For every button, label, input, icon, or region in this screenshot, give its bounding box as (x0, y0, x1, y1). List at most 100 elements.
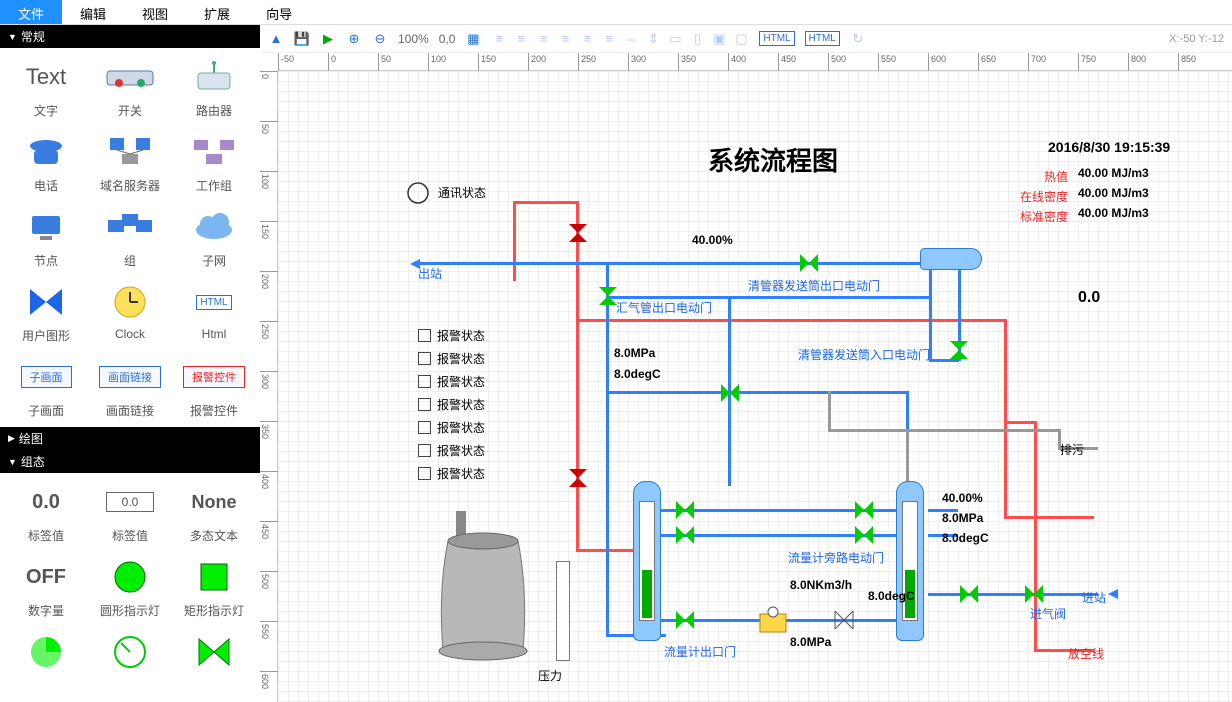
dist-h-icon[interactable]: ⇔ (623, 31, 639, 47)
palette-html[interactable]: HTMLHtml (172, 281, 256, 344)
pressure3-label: 8.0MPa (790, 635, 831, 649)
align-center-icon[interactable]: ≡ (513, 31, 529, 47)
palette-router[interactable]: 路由器 (172, 56, 256, 119)
valve-icon[interactable] (853, 526, 875, 544)
chevron-down-icon: ▼ (8, 32, 17, 42)
redo-icon[interactable]: ↻ (850, 31, 866, 47)
temp1-label: 8.0degC (614, 367, 661, 381)
same-width-icon[interactable]: ▭ (667, 31, 683, 47)
palette-subnet[interactable]: 子网 (172, 206, 256, 269)
zero-label: 0.0 (1078, 289, 1100, 307)
cursor-coords: X:-50 Y:-12 (1169, 33, 1224, 45)
pipe (513, 201, 578, 204)
pig-launcher-icon (920, 248, 982, 270)
pipe (513, 201, 516, 281)
align-right-icon[interactable]: ≡ (535, 31, 551, 47)
level-gauge (639, 501, 655, 621)
html-export-icon[interactable]: HTML (759, 31, 794, 46)
palette-alarm-ctl[interactable]: 报警控件报警控件 (172, 356, 256, 419)
align-left-icon[interactable]: ≡ (491, 31, 507, 47)
palette-gauge[interactable] (88, 631, 172, 677)
grid-toggle[interactable]: ▦ (465, 31, 481, 47)
chevron-down-icon: ▼ (8, 457, 17, 467)
palette-tag-value[interactable]: 0.0标签值 (4, 481, 88, 544)
in-station-label: 进站 (1082, 589, 1106, 606)
palette-phone[interactable]: 电话 (4, 131, 88, 194)
palette-clock[interactable]: Clock (88, 281, 172, 344)
alarm-state-6[interactable]: 报警状态 (418, 465, 485, 482)
palette-tag-value-box[interactable]: 0.0标签值 (88, 481, 172, 544)
valve-icon[interactable] (719, 384, 741, 402)
valve-icon[interactable] (567, 224, 589, 242)
palette-rect-led[interactable]: 矩形指示灯 (172, 556, 256, 619)
palette-workgroup[interactable]: 工作组 (172, 131, 256, 194)
design-canvas[interactable]: -500501001502002503003504004505005506006… (260, 53, 1232, 702)
alarm-state-1[interactable]: 报警状态 (418, 350, 485, 367)
align-bottom-icon[interactable]: ≡ (601, 31, 617, 47)
pie-icon (4, 631, 88, 673)
bring-front-icon[interactable]: ▣ (711, 31, 727, 47)
category-general[interactable]: ▼常规 (0, 25, 260, 48)
palette-group[interactable]: 组 (88, 206, 172, 269)
category-draw[interactable]: ▶绘图 (0, 427, 260, 450)
flow-meter-icon (758, 606, 788, 634)
valve-icon[interactable] (853, 501, 875, 519)
palette-switch[interactable]: 开关 (88, 56, 172, 119)
palette-pie-led[interactable] (4, 631, 88, 677)
valve-icon[interactable] (674, 526, 696, 544)
valve-icon[interactable] (674, 501, 696, 519)
pointer-tool[interactable]: ▲ (268, 31, 284, 47)
router-icon (172, 56, 256, 98)
temp2-label: 8.0degC (942, 531, 989, 545)
alarm-state-4[interactable]: 报警状态 (418, 419, 485, 436)
palette-bowtie-led[interactable] (172, 631, 256, 677)
palette-subscreen[interactable]: 子画面子画面 (4, 356, 88, 419)
dist-v-icon[interactable]: ⇕ (645, 31, 661, 47)
html-icon: HTML (172, 281, 256, 323)
dns-icon (88, 131, 172, 173)
palette-digital[interactable]: OFF数字量 (4, 556, 88, 619)
valve-icon[interactable] (567, 469, 589, 487)
alarm-state-0[interactable]: 报警状态 (418, 327, 485, 344)
palette-user-graphic[interactable]: 用户图形 (4, 281, 88, 344)
zoom-in-icon[interactable]: ⊕ (346, 31, 362, 47)
valve-icon[interactable] (958, 585, 980, 603)
menu-view[interactable]: 视图 (124, 0, 186, 24)
pipe (928, 593, 1098, 596)
valve-icon[interactable] (948, 341, 970, 359)
align-middle-icon[interactable]: ≡ (579, 31, 595, 47)
menu-edit[interactable]: 编辑 (62, 0, 124, 24)
palette-circle-led[interactable]: 圆形指示灯 (88, 556, 172, 619)
palette-multitext[interactable]: None多态文本 (172, 481, 256, 544)
node-icon (4, 206, 88, 248)
palette-screen-link[interactable]: 画面链接画面链接 (88, 356, 172, 419)
clock-icon (88, 281, 172, 323)
prop-dens-label: 在线密度 (1020, 188, 1068, 205)
save-button[interactable]: 💾 (294, 31, 310, 47)
align-top-icon[interactable]: ≡ (557, 31, 573, 47)
menu-file[interactable]: 文件 (0, 0, 62, 24)
palette-dns[interactable]: 域名服务器 (88, 131, 172, 194)
send-back-icon[interactable]: ▢ (733, 31, 749, 47)
zoom-out-icon[interactable]: ⊖ (372, 31, 388, 47)
valve-icon[interactable] (674, 611, 696, 629)
coll-valve-label: 汇气管出口电动门 (616, 299, 712, 316)
palette-node[interactable]: 节点 (4, 206, 88, 269)
menu-guide[interactable]: 向导 (248, 0, 310, 24)
valve-icon[interactable] (1023, 585, 1045, 603)
alarm-state-3[interactable]: 报警状态 (418, 396, 485, 413)
component-palette: ▼常规 Text文字 开关 路由器 电话 域名服务器 工作组 节点 组 子网 用… (0, 25, 260, 702)
play-button[interactable]: ▶ (320, 31, 336, 47)
alarm-state-2[interactable]: 报警状态 (418, 373, 485, 390)
menu-ext[interactable]: 扩展 (186, 0, 248, 24)
valve-icon[interactable] (833, 611, 855, 629)
valve-icon[interactable] (798, 254, 820, 272)
same-height-icon[interactable]: ▯ (689, 31, 705, 47)
category-config[interactable]: ▼组态 (0, 450, 260, 473)
pipe (906, 429, 909, 484)
html-preview-icon[interactable]: HTML (805, 31, 840, 46)
pipe (576, 319, 1006, 322)
bowtie-icon (4, 281, 88, 323)
alarm-state-5[interactable]: 报警状态 (418, 442, 485, 459)
palette-text[interactable]: Text文字 (4, 56, 88, 119)
